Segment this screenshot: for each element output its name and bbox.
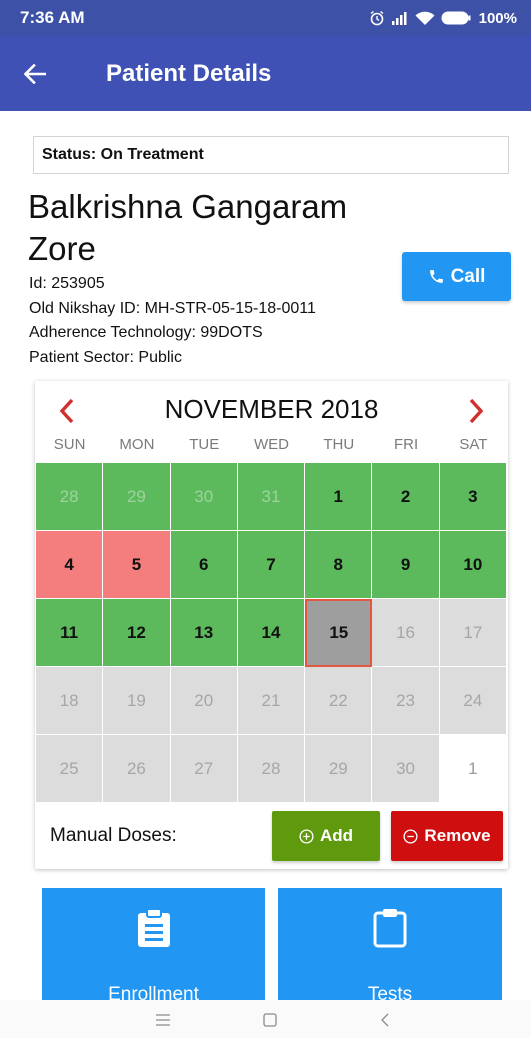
weekday-label: MON — [119, 436, 155, 453]
calendar-day[interactable]: 17 — [439, 599, 507, 667]
clipboard-list-icon — [137, 908, 171, 953]
calendar-day[interactable]: 28 — [36, 463, 104, 531]
wifi-icon — [415, 11, 435, 26]
calendar-day[interactable]: 29 — [305, 735, 373, 803]
chevron-right-icon — [469, 398, 484, 424]
home-key[interactable] — [255, 1010, 285, 1030]
add-dose-button[interactable]: Add — [272, 811, 380, 861]
patient-sector: Patient Sector: Public — [29, 348, 182, 366]
calendar-grid: 28 29 30 31 1 2 3 4 5 6 7 8 9 10 11 12 13 14 15 16 17 18 19 20 2… — [36, 463, 507, 803]
calendar-day[interactable]: 21 — [237, 667, 306, 735]
chevron-left-icon — [59, 398, 74, 424]
calendar-day[interactable]: 2 — [372, 463, 440, 531]
treatment-status: Status: On Treatment — [33, 136, 509, 174]
calendar-day[interactable]: 28 — [237, 735, 306, 803]
calendar-day[interactable]: 4 — [36, 531, 104, 599]
previous-month-button[interactable] — [47, 391, 87, 431]
next-month-button[interactable] — [456, 391, 496, 431]
minus-circle-icon — [403, 828, 418, 844]
manual-doses-label: Manual Doses: — [50, 825, 177, 846]
app-bar: Patient Details — [0, 36, 531, 111]
weekday-label: SAT — [459, 436, 488, 453]
calendar-day[interactable]: 26 — [103, 735, 171, 803]
plus-circle-icon — [299, 828, 314, 844]
enrollment-label: Enrollment — [108, 984, 199, 1000]
back-key[interactable] — [370, 1010, 400, 1030]
calendar-day[interactable]: 14 — [237, 599, 306, 667]
calendar-day[interactable]: 5 — [103, 531, 171, 599]
calendar-day[interactable]: 8 — [305, 531, 373, 599]
calendar-day[interactable]: 30 — [372, 735, 440, 803]
calendar-header: NOVEMBER 2018 — [35, 381, 508, 437]
weekday-label: TUE — [189, 436, 220, 453]
calendar-day[interactable]: 3 — [439, 463, 507, 531]
calendar-day[interactable]: 12 — [103, 599, 171, 667]
phone-icon — [429, 270, 443, 283]
patient-info: Id: 253905 Old Nikshay ID: MH-STR-05-15-… — [29, 272, 316, 370]
weekday-label: SUN — [53, 436, 86, 453]
tests-label: Tests — [367, 984, 413, 1000]
square-icon — [263, 1013, 277, 1027]
calendar-day[interactable]: 16 — [372, 599, 440, 667]
calendar-month: NOVEMBER 2018 — [164, 393, 379, 424]
patient-id: Id: 253905 — [29, 275, 105, 292]
call-label: Call — [450, 265, 486, 287]
calendar-day[interactable]: 13 — [170, 599, 238, 667]
status-time: 7:36 AM — [20, 8, 85, 27]
calendar-day[interactable]: 11 — [36, 599, 104, 667]
calendar-day[interactable]: 29 — [103, 463, 171, 531]
battery-icon — [441, 11, 471, 25]
weekday-label: WED — [253, 436, 289, 453]
old-nikshay-id: Old Nikshay ID: MH-STR-05-15-18-0011 — [29, 299, 316, 317]
remove-label: Remove — [424, 826, 491, 845]
tests-tile[interactable]: Tests — [278, 888, 502, 1000]
alarm-icon — [369, 10, 385, 26]
menu-icon — [156, 1014, 170, 1026]
chevron-back-icon — [381, 1013, 389, 1027]
weekday-label: FRI — [393, 436, 419, 453]
battery-percent: 100% — [478, 9, 517, 27]
calendar-day[interactable]: 7 — [237, 531, 306, 599]
calendar-day[interactable]: 30 — [170, 463, 238, 531]
calendar-day[interactable]: 6 — [170, 531, 238, 599]
status-bar: 7:36 AM 100% — [0, 0, 531, 36]
calendar-day[interactable]: 10 — [439, 531, 507, 599]
calendar-day[interactable]: 27 — [170, 735, 238, 803]
calendar-day[interactable]: 9 — [372, 531, 440, 599]
arrow-left-icon — [24, 63, 46, 84]
signal-icon — [391, 11, 409, 25]
calendar-day[interactable]: 24 — [439, 667, 507, 735]
remove-dose-button[interactable]: Remove — [391, 811, 503, 861]
system-nav-bar — [0, 1000, 531, 1038]
adherence-calendar: NOVEMBER 2018 SUN MON TUE WED THU FRI SAT 28 29… — [35, 381, 508, 869]
status-icons: 100% — [369, 10, 517, 27]
menu-key[interactable] — [148, 1010, 178, 1030]
calendar-day[interactable]: 23 — [372, 667, 440, 735]
enrollment-tile[interactable]: Enrollment — [42, 888, 265, 1000]
calendar-day[interactable]: 15 — [305, 599, 373, 667]
calendar-day[interactable]: 18 — [36, 667, 104, 735]
calendar-day[interactable]: 25 — [36, 735, 104, 803]
call-button[interactable]: Call — [402, 252, 511, 301]
back-button[interactable] — [0, 36, 70, 111]
calendar-day[interactable]: 22 — [305, 667, 373, 735]
weekday-label: THU — [323, 436, 355, 453]
calendar-day[interactable]: 31 — [237, 463, 306, 531]
calendar-day[interactable]: 1 — [439, 735, 507, 803]
manual-doses-row: Manual Doses: Add Remove — [35, 803, 508, 869]
weekday-header: SUN MON TUE WED THU FRI SAT — [36, 436, 507, 463]
calendar-day[interactable]: 20 — [170, 667, 238, 735]
adherence-technology: Adherence Technology: 99DOTS — [29, 324, 263, 341]
clipboard-icon — [373, 908, 407, 953]
calendar-day[interactable]: 1 — [305, 463, 373, 531]
page-title: Patient Details — [106, 59, 272, 87]
add-label: Add — [319, 826, 354, 845]
calendar-day[interactable]: 19 — [103, 667, 171, 735]
patient-name: Balkrishna Gangaram Zore — [28, 188, 348, 267]
